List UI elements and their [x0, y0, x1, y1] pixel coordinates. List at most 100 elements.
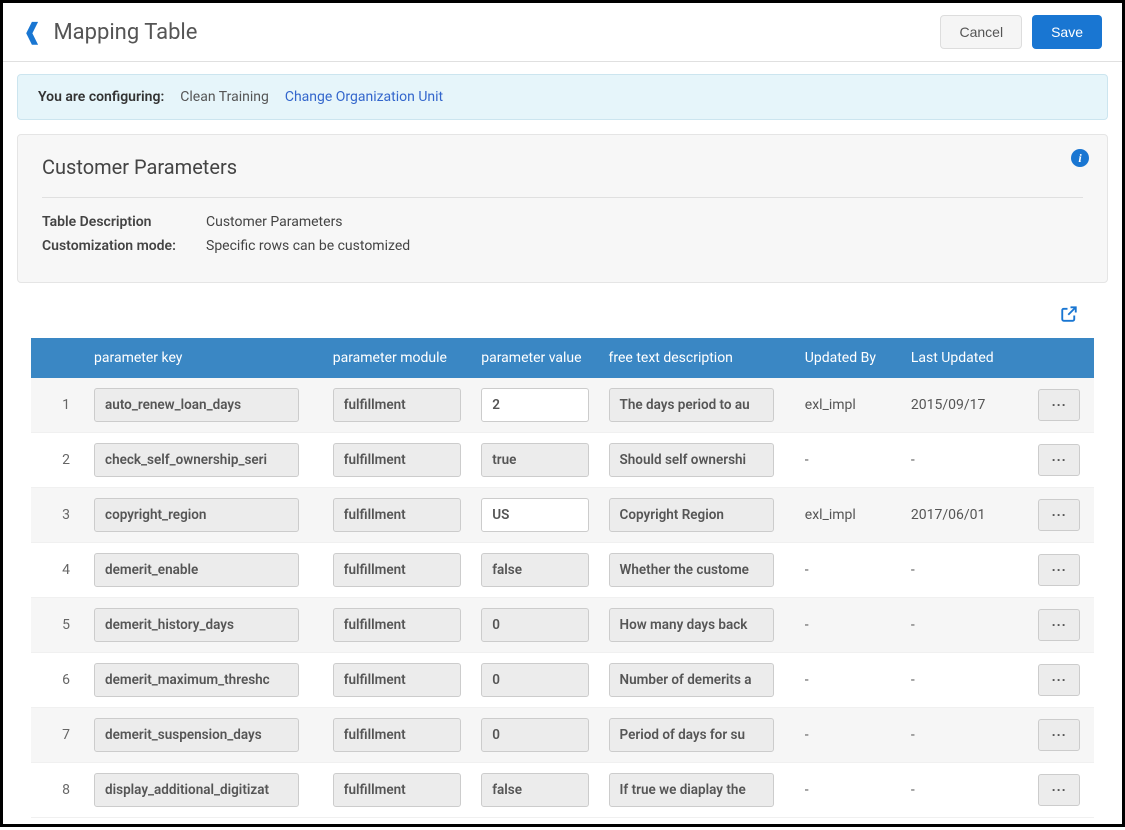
row-actions-button[interactable]: ...	[1038, 609, 1080, 641]
row-number: 1	[31, 378, 84, 433]
param-key[interactable]: demerit_history_days	[94, 608, 299, 642]
param-value-input[interactable]: 2	[481, 388, 588, 422]
mode-label: Customization mode:	[42, 238, 192, 254]
updated-by: exl_impl	[795, 378, 901, 433]
row-actions-button[interactable]: ...	[1038, 664, 1080, 696]
col-value[interactable]: parameter value	[471, 338, 598, 378]
change-org-link[interactable]: Change Organization Unit	[285, 89, 443, 105]
table-row: 5 demerit_history_days fulfillment 0 How…	[31, 598, 1094, 653]
col-num	[31, 338, 84, 378]
param-value-input[interactable]: US	[481, 498, 588, 532]
param-key[interactable]: auto_renew_loan_days	[94, 388, 299, 422]
content: You are configuring: Clean Training Chan…	[3, 62, 1122, 830]
table-header-row: parameter key parameter module parameter…	[31, 338, 1094, 378]
param-module[interactable]: fulfillment	[333, 663, 462, 697]
divider	[42, 197, 1083, 198]
row-number: 5	[31, 598, 84, 653]
table-row: 8 display_additional_digitizat fulfillme…	[31, 763, 1094, 818]
last-updated: 2015/09/17	[901, 378, 1028, 433]
page-title: Mapping Table	[53, 20, 197, 45]
col-desc[interactable]: free text description	[599, 338, 795, 378]
param-desc[interactable]: If true we diaplay the	[609, 773, 774, 807]
org-banner-label: You are configuring:	[38, 89, 164, 105]
col-actions	[1028, 338, 1094, 378]
row-actions-button[interactable]: ...	[1038, 389, 1080, 421]
param-key[interactable]: copyright_region	[94, 498, 299, 532]
param-desc[interactable]: Copyright Region	[609, 498, 774, 532]
cancel-button[interactable]: Cancel	[940, 15, 1022, 49]
section-title: Customer Parameters	[42, 155, 1083, 179]
row-actions-button[interactable]: ...	[1038, 719, 1080, 751]
param-desc[interactable]: Should self ownershi	[609, 443, 774, 477]
row-actions-button[interactable]: ...	[1038, 774, 1080, 806]
param-value[interactable]: 0	[481, 718, 588, 752]
table-row: 2 check_self_ownership_seri fulfillment …	[31, 433, 1094, 488]
param-value[interactable]: 0	[481, 608, 588, 642]
last-updated: -	[901, 763, 1028, 818]
param-key[interactable]: demerit_enable	[94, 553, 299, 587]
table-row: 1 auto_renew_loan_days fulfillment 2 The…	[31, 378, 1094, 433]
row-actions-button[interactable]: ...	[1038, 554, 1080, 586]
param-value[interactable]: false	[481, 773, 588, 807]
param-key[interactable]: demerit_suspension_days	[94, 718, 299, 752]
row-number: 6	[31, 653, 84, 708]
info-icon[interactable]: i	[1071, 149, 1089, 167]
param-key[interactable]: display_additional_digitizat	[94, 773, 299, 807]
param-desc[interactable]: How many days back	[609, 608, 774, 642]
updated-by: -	[795, 543, 901, 598]
param-desc[interactable]: Period of days for su	[609, 718, 774, 752]
section-row-mode: Customization mode: Specific rows can be…	[42, 238, 1083, 254]
save-button[interactable]: Save	[1032, 15, 1102, 49]
col-key[interactable]: parameter key	[84, 338, 323, 378]
param-module[interactable]: fulfillment	[333, 553, 462, 587]
updated-by: -	[795, 763, 901, 818]
last-updated: -	[901, 708, 1028, 763]
param-module[interactable]: fulfillment	[333, 388, 462, 422]
param-key[interactable]: check_self_ownership_seri	[94, 443, 299, 477]
section-row-desc: Table Description Customer Parameters	[42, 214, 1083, 230]
col-module[interactable]: parameter module	[323, 338, 472, 378]
table-toolbar	[17, 305, 1108, 328]
table-row: 3 copyright_region fulfillment US Copyri…	[31, 488, 1094, 543]
updated-by: -	[795, 708, 901, 763]
param-desc[interactable]: The days period to au	[609, 388, 774, 422]
param-desc[interactable]: Whether the custome	[609, 553, 774, 587]
param-value[interactable]: true	[481, 443, 588, 477]
row-actions-button[interactable]: ...	[1038, 444, 1080, 476]
param-value[interactable]: 0	[481, 663, 588, 697]
param-key[interactable]: demerit_maximum_threshc	[94, 663, 299, 697]
page-header: ❰ Mapping Table Cancel Save	[3, 3, 1122, 62]
param-desc[interactable]: Number of demerits a	[609, 663, 774, 697]
table-wrap: parameter key parameter module parameter…	[17, 338, 1108, 818]
table-row: 7 demerit_suspension_days fulfillment 0 …	[31, 708, 1094, 763]
table-row: 4 demerit_enable fulfillment false Wheth…	[31, 543, 1094, 598]
param-module[interactable]: fulfillment	[333, 608, 462, 642]
updated-by: exl_impl	[795, 488, 901, 543]
param-module[interactable]: fulfillment	[333, 718, 462, 752]
table-row: 6 demerit_maximum_threshc fulfillment 0 …	[31, 653, 1094, 708]
param-module[interactable]: fulfillment	[333, 443, 462, 477]
row-number: 7	[31, 708, 84, 763]
param-module[interactable]: fulfillment	[333, 773, 462, 807]
updated-by: -	[795, 653, 901, 708]
export-icon[interactable]	[1060, 305, 1078, 328]
row-number: 3	[31, 488, 84, 543]
last-updated: -	[901, 543, 1028, 598]
row-number: 4	[31, 543, 84, 598]
param-module[interactable]: fulfillment	[333, 498, 462, 532]
last-updated: -	[901, 598, 1028, 653]
col-updated-by[interactable]: Updated By	[795, 338, 901, 378]
last-updated: -	[901, 433, 1028, 488]
header-actions: Cancel Save	[940, 15, 1102, 49]
header-left: ❰ Mapping Table	[23, 20, 197, 45]
updated-by: -	[795, 598, 901, 653]
mode-value: Specific rows can be customized	[206, 238, 410, 254]
param-value[interactable]: false	[481, 553, 588, 587]
row-actions-button[interactable]: ...	[1038, 499, 1080, 531]
desc-label: Table Description	[42, 214, 192, 230]
back-icon[interactable]: ❰	[23, 20, 41, 45]
updated-by: -	[795, 433, 901, 488]
col-last-updated[interactable]: Last Updated	[901, 338, 1028, 378]
org-banner: You are configuring: Clean Training Chan…	[17, 74, 1108, 120]
org-banner-name: Clean Training	[180, 89, 269, 105]
